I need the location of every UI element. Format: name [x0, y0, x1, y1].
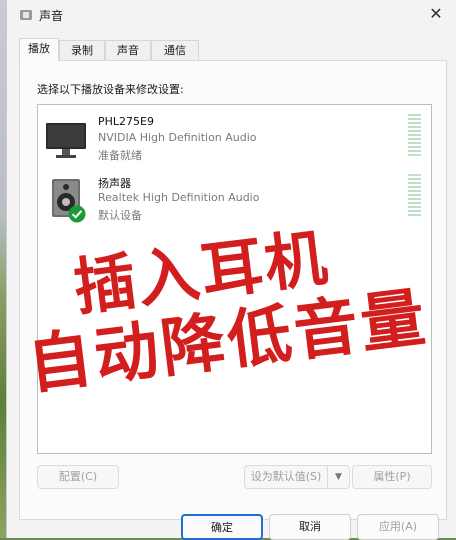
instruction-text: 选择以下播放设备来修改设置: [37, 83, 184, 96]
device-status: 默认设备 [98, 209, 142, 222]
sound-dialog: 声音 ✕ 播放 录制 声音 通信 选择以下播放设备来修改设置: PHL275E9… [6, 0, 456, 540]
volume-meter [408, 114, 421, 158]
tab-communications[interactable]: 通信 [151, 40, 199, 60]
tab-label: 通信 [164, 44, 186, 57]
speaker-app-icon [20, 10, 32, 20]
tab-playback[interactable]: 播放 [19, 38, 59, 61]
device-status: 准备就绪 [98, 149, 142, 162]
tab-label: 播放 [28, 42, 50, 55]
tab-label: 录制 [71, 44, 93, 57]
properties-button[interactable]: 属性(P) [352, 465, 432, 489]
device-row-monitor[interactable]: PHL275E9 NVIDIA High Definition Audio 准备… [38, 111, 431, 169]
cancel-button[interactable]: 取消 [269, 514, 351, 540]
tab-sounds[interactable]: 声音 [105, 40, 151, 60]
playback-panel: 选择以下播放设备来修改设置: PHL275E9 NVIDIA High Defi… [19, 60, 447, 520]
device-row-speaker[interactable]: 扬声器 Realtek High Definition Audio 默认设备 [38, 171, 431, 229]
device-description: Realtek High Definition Audio [98, 191, 260, 204]
tab-label: 声音 [117, 44, 139, 57]
set-default-dropdown[interactable]: ▼ [328, 465, 350, 489]
window-title: 声音 [39, 9, 64, 23]
title-bar: 声音 ✕ [7, 0, 456, 30]
apply-button[interactable]: 应用(A) [357, 514, 439, 540]
device-description: NVIDIA High Definition Audio [98, 131, 257, 144]
ok-button[interactable]: 确定 [181, 514, 263, 540]
device-name: PHL275E9 [98, 115, 154, 128]
volume-meter [408, 174, 421, 218]
device-list[interactable]: PHL275E9 NVIDIA High Definition Audio 准备… [37, 104, 432, 454]
tab-recording[interactable]: 录制 [59, 40, 105, 60]
set-default-button[interactable]: 设为默认值(S) [244, 465, 328, 489]
close-button[interactable]: ✕ [424, 3, 448, 25]
device-name: 扬声器 [98, 177, 131, 190]
monitor-icon [46, 123, 86, 158]
device-button-row: 配置(C) 设为默认值(S) ▼ 属性(P) [20, 465, 446, 491]
default-device-check-icon [68, 205, 86, 223]
close-icon: ✕ [429, 4, 443, 23]
chevron-down-icon: ▼ [335, 472, 342, 482]
configure-button[interactable]: 配置(C) [37, 465, 119, 489]
